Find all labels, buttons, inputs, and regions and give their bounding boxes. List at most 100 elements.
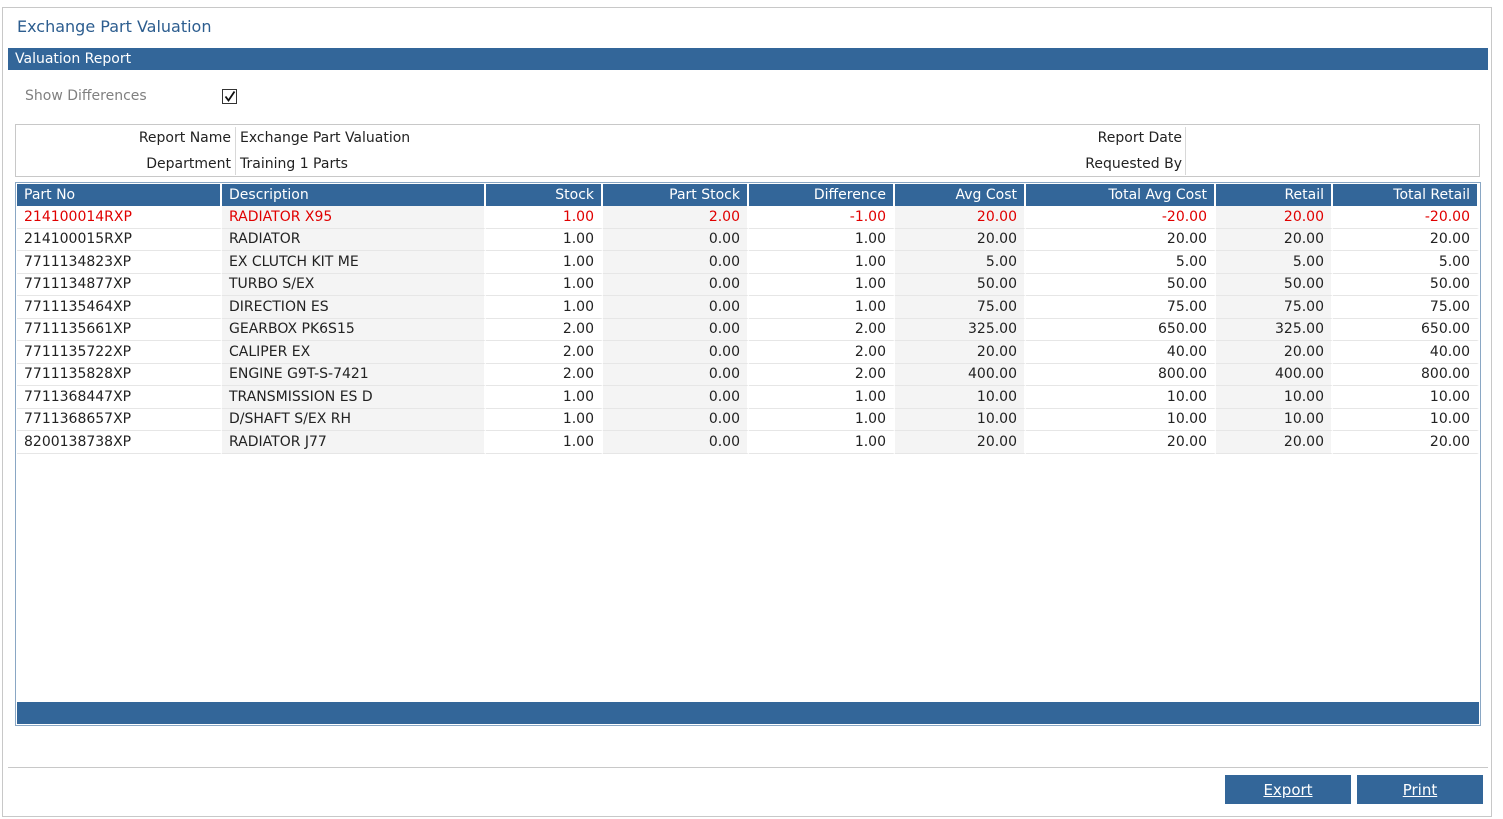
- cell-retail: 20.00: [1216, 431, 1333, 454]
- export-button-label: Export: [1263, 781, 1313, 799]
- cell-difference: 1.00: [749, 386, 895, 409]
- column-header-part-no[interactable]: Part No: [17, 184, 222, 206]
- cell-description: DIRECTION ES: [222, 296, 486, 319]
- print-button-label: Print: [1402, 781, 1438, 799]
- department-label: Department: [146, 156, 231, 172]
- department-value: Training 1 Parts: [240, 156, 348, 172]
- cell-description: TRANSMISSION ES D: [222, 386, 486, 409]
- cell-stock: 2.00: [486, 341, 603, 364]
- cell-part-no: 7711135464XP: [17, 296, 222, 319]
- cell-description: ENGINE G9T-S-7421: [222, 363, 486, 386]
- cell-description: RADIATOR J77: [222, 431, 486, 454]
- cell-retail: 50.00: [1216, 273, 1333, 296]
- column-header-retail[interactable]: Retail: [1216, 184, 1333, 206]
- cell-total-avg-cost: 800.00: [1026, 363, 1216, 386]
- cell-retail: 20.00: [1216, 341, 1333, 364]
- table-row[interactable]: 7711134823XP EX CLUTCH KIT ME 1.00 0.00 1.00…: [17, 251, 1479, 274]
- cell-retail: 5.00: [1216, 251, 1333, 274]
- cell-part-stock: 0.00: [603, 386, 749, 409]
- export-button[interactable]: Export: [1225, 775, 1351, 804]
- table-row[interactable]: 7711135828XP ENGINE G9T-S-7421 2.00 0.00 2.0…: [17, 363, 1479, 386]
- cell-part-no: 214100015RXP: [17, 228, 222, 251]
- cell-difference: 1.00: [749, 228, 895, 251]
- table-row[interactable]: 7711135722XP CALIPER EX 2.00 0.00 2.00 20.00 4…: [17, 341, 1479, 364]
- cell-total-retail: 5.00: [1333, 251, 1479, 274]
- cell-part-stock: 0.00: [603, 228, 749, 251]
- show-differences-label: Show Differences: [25, 88, 147, 104]
- cell-total-retail: 10.00: [1333, 386, 1479, 409]
- column-header-part-stock[interactable]: Part Stock: [603, 184, 749, 206]
- cell-part-no: 7711368447XP: [17, 386, 222, 409]
- cell-avg-cost: 5.00: [895, 251, 1026, 274]
- cell-part-stock: 0.00: [603, 363, 749, 386]
- cell-stock: 1.00: [486, 228, 603, 251]
- cell-part-no: 214100014RXP: [17, 206, 222, 229]
- cell-total-retail: 40.00: [1333, 341, 1479, 364]
- table-row[interactable]: 7711368657XP D/SHAFT S/EX RH 1.00 0.00 1.00 1…: [17, 408, 1479, 431]
- table-row[interactable]: 214100015RXP RADIATOR 1.00 0.00 1.00 20.00 20.…: [17, 228, 1479, 251]
- show-differences-checkbox[interactable]: [222, 89, 237, 104]
- cell-total-avg-cost: 20.00: [1026, 228, 1216, 251]
- cell-description: RADIATOR X95: [222, 206, 486, 229]
- table-row[interactable]: 8200138738XP RADIATOR J77 1.00 0.00 1.00 20.0…: [17, 431, 1479, 454]
- cell-avg-cost: 20.00: [895, 341, 1026, 364]
- cell-stock: 2.00: [486, 363, 603, 386]
- divider: [235, 127, 236, 175]
- column-header-stock[interactable]: Stock: [486, 184, 603, 206]
- cell-part-no: 7711135828XP: [17, 363, 222, 386]
- divider: [1185, 127, 1186, 175]
- cell-total-avg-cost: 10.00: [1026, 386, 1216, 409]
- cell-description: GEARBOX PK6S15: [222, 318, 486, 341]
- cell-description: EX CLUTCH KIT ME: [222, 251, 486, 274]
- cell-description: TURBO S/EX: [222, 273, 486, 296]
- cell-description: RADIATOR: [222, 228, 486, 251]
- cell-stock: 1.00: [486, 431, 603, 454]
- cell-avg-cost: 75.00: [895, 296, 1026, 319]
- cell-stock: 1.00: [486, 273, 603, 296]
- table-header-row: Part No Description Stock Part Stock Dif…: [17, 184, 1479, 206]
- cell-retail: 400.00: [1216, 363, 1333, 386]
- cell-part-no: 7711134823XP: [17, 251, 222, 274]
- column-header-description[interactable]: Description: [222, 184, 486, 206]
- table-row[interactable]: 7711135661XP GEARBOX PK6S15 2.00 0.00 2.00 32…: [17, 318, 1479, 341]
- cell-part-stock: 0.00: [603, 318, 749, 341]
- cell-total-avg-cost: 40.00: [1026, 341, 1216, 364]
- cell-retail: 20.00: [1216, 228, 1333, 251]
- cell-part-stock: 2.00: [603, 206, 749, 229]
- cell-total-avg-cost: 75.00: [1026, 296, 1216, 319]
- cell-stock: 1.00: [486, 386, 603, 409]
- cell-avg-cost: 20.00: [895, 228, 1026, 251]
- cell-total-avg-cost: 20.00: [1026, 431, 1216, 454]
- table-row[interactable]: 7711135464XP DIRECTION ES 1.00 0.00 1.00 75.0…: [17, 296, 1479, 319]
- table-row[interactable]: 7711134877XP TURBO S/EX 1.00 0.00 1.00 50.00 5…: [17, 273, 1479, 296]
- cell-total-retail: -20.00: [1333, 206, 1479, 229]
- cell-difference: 1.00: [749, 408, 895, 431]
- cell-retail: 325.00: [1216, 318, 1333, 341]
- column-header-total-avg-cost[interactable]: Total Avg Cost: [1026, 184, 1216, 206]
- column-header-difference[interactable]: Difference: [749, 184, 895, 206]
- table-row[interactable]: 214100014RXP RADIATOR X95 1.00 2.00 -1.00 20.…: [17, 206, 1479, 229]
- cell-total-avg-cost: 5.00: [1026, 251, 1216, 274]
- checkmark-icon: [224, 91, 236, 103]
- cell-part-stock: 0.00: [603, 296, 749, 319]
- table-row[interactable]: 7711368447XP TRANSMISSION ES D 1.00 0.00 1.0…: [17, 386, 1479, 409]
- cell-stock: 1.00: [486, 206, 603, 229]
- cell-description: CALIPER EX: [222, 341, 486, 364]
- cell-part-stock: 0.00: [603, 273, 749, 296]
- cell-part-no: 8200138738XP: [17, 431, 222, 454]
- column-header-avg-cost[interactable]: Avg Cost: [895, 184, 1026, 206]
- cell-total-retail: 50.00: [1333, 273, 1479, 296]
- cell-total-avg-cost: 650.00: [1026, 318, 1216, 341]
- cell-difference: 1.00: [749, 431, 895, 454]
- cell-avg-cost: 20.00: [895, 206, 1026, 229]
- cell-difference: 2.00: [749, 341, 895, 364]
- cell-part-stock: 0.00: [603, 341, 749, 364]
- cell-difference: 1.00: [749, 251, 895, 274]
- cell-avg-cost: 400.00: [895, 363, 1026, 386]
- print-button[interactable]: Print: [1357, 775, 1483, 804]
- cell-retail: 10.00: [1216, 408, 1333, 431]
- cell-total-retail: 75.00: [1333, 296, 1479, 319]
- column-header-total-retail[interactable]: Total Retail: [1333, 184, 1479, 206]
- grid-footer-bar: [17, 702, 1479, 724]
- cell-stock: 1.00: [486, 296, 603, 319]
